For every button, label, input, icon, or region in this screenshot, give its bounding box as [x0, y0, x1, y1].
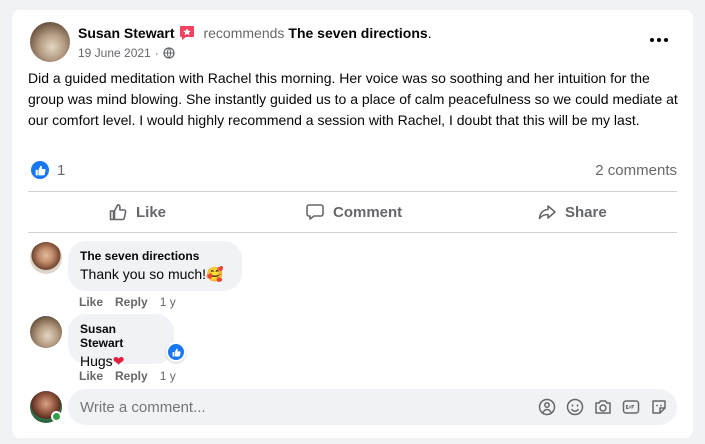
post-text: Did a guided meditation with Rachel this… [28, 70, 678, 128]
comment-icon [305, 202, 325, 222]
comment-reaction-badge[interactable] [166, 342, 186, 362]
share-button[interactable]: Share [537, 201, 607, 223]
online-status-dot [51, 411, 62, 422]
gif-icon[interactable] [621, 397, 641, 417]
like-reaction-icon [168, 344, 184, 360]
thumbs-up-icon [108, 202, 128, 222]
comment-actions: Like Reply 1 y [79, 369, 176, 383]
post-card: Susan Stewart recommends The seven direc… [12, 10, 693, 438]
more-icon[interactable] [643, 27, 675, 53]
divider-top [28, 191, 677, 192]
comment-actions: Like Reply 1 y [79, 295, 176, 309]
share-label: Share [565, 203, 607, 221]
comment-reply-link[interactable]: Reply [115, 295, 148, 309]
comment-age[interactable]: 1 y [160, 369, 176, 383]
avatar-sticker-icon[interactable] [537, 397, 557, 417]
comment-button[interactable]: Comment [305, 201, 402, 223]
comment-bubble: The seven directions Thank you so much!🥰 [68, 241, 242, 291]
sticker-icon[interactable] [649, 397, 669, 417]
recommend-badge-icon [179, 25, 195, 41]
emoji-icon[interactable] [565, 397, 585, 417]
camera-icon[interactable] [593, 397, 613, 417]
comment-text: Hugs❤ [80, 353, 125, 369]
like-reaction-icon[interactable] [31, 161, 49, 179]
reaction-count[interactable]: 1 [57, 162, 65, 179]
share-icon [537, 202, 557, 222]
comment-like-link[interactable]: Like [79, 295, 103, 309]
comment-like-link[interactable]: Like [79, 369, 103, 383]
comment-avatar[interactable] [30, 316, 62, 348]
divider-bottom [28, 232, 677, 233]
post-date[interactable]: 19 June 2021 [78, 46, 151, 60]
comment-reply-link[interactable]: Reply [115, 369, 148, 383]
comment-bubble: Susan Stewart Hugs❤ [68, 314, 174, 369]
page-name-link[interactable]: The seven directions [288, 25, 427, 41]
author-avatar[interactable] [30, 22, 70, 62]
smiling-hearts-emoji: 🥰 [206, 266, 224, 282]
globe-icon [163, 47, 175, 59]
composer-tools [537, 397, 669, 417]
comment-input[interactable] [68, 389, 528, 425]
comment-label: Comment [333, 203, 403, 221]
comment-age[interactable]: 1 y [160, 295, 176, 309]
comment-text: Thank you so much!🥰 [80, 266, 224, 282]
like-button[interactable]: Like [108, 201, 166, 223]
comments-count[interactable]: 2 comments [572, 162, 677, 179]
recommends-label: recommends [203, 25, 285, 41]
like-label: Like [136, 203, 167, 221]
red-heart-emoji: ❤ [112, 353, 125, 369]
comment-author[interactable]: Susan Stewart [80, 322, 162, 350]
author-name[interactable]: Susan Stewart [78, 25, 174, 41]
comment-avatar[interactable] [30, 242, 62, 274]
post-header: Susan Stewart recommends The seven direc… [78, 23, 638, 43]
post-meta: 19 June 2021 · [78, 45, 175, 61]
comment-composer[interactable] [68, 389, 677, 425]
comment-author[interactable]: The seven directions [80, 249, 230, 263]
meta-dot: · [154, 46, 159, 60]
header-period: . [427, 25, 432, 41]
